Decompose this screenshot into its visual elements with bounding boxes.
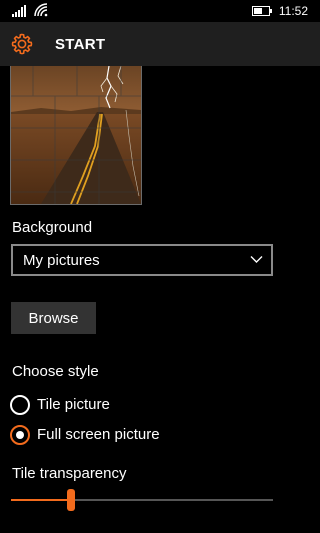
- radio-button-unchecked[interactable]: [10, 395, 30, 415]
- wifi-icon: [34, 3, 48, 17]
- status-time: 11:52: [278, 4, 308, 18]
- status-bar: 11:52: [0, 0, 320, 22]
- signal-icon: [12, 5, 26, 17]
- tile-transparency-label: Tile transparency: [12, 465, 127, 482]
- background-dropdown[interactable]: My pictures: [11, 244, 273, 276]
- slider-thumb[interactable]: [67, 489, 75, 511]
- background-dropdown-value: My pictures: [23, 252, 100, 269]
- page-title: START: [55, 36, 106, 53]
- radio-button-checked[interactable]: [10, 425, 30, 445]
- gear-icon: [11, 33, 33, 55]
- radio-selected-dot: [16, 431, 24, 439]
- tile-transparency-slider[interactable]: [11, 488, 273, 512]
- background-label: Background: [12, 219, 93, 236]
- chevron-down-icon: [250, 256, 263, 263]
- battery-icon: [252, 6, 272, 16]
- page-header: START: [0, 22, 320, 66]
- choose-style-label: Choose style: [12, 363, 99, 380]
- preview-picture: [11, 66, 141, 204]
- radio-label-tile-picture: Tile picture: [37, 396, 110, 413]
- radio-label-full-screen-picture: Full screen picture: [37, 426, 160, 443]
- browse-button[interactable]: Browse: [11, 302, 96, 334]
- slider-fill: [11, 499, 71, 501]
- background-preview-image: [10, 66, 142, 205]
- radio-tile-picture[interactable]: Tile picture: [10, 395, 210, 417]
- radio-full-screen-picture[interactable]: Full screen picture: [10, 425, 210, 447]
